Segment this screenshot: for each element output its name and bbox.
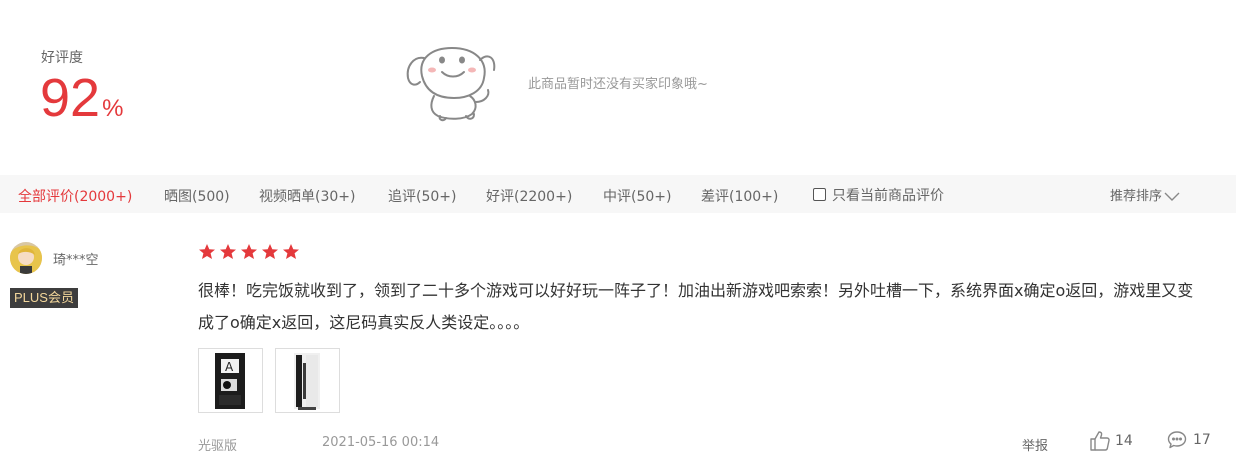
- like-count: 14: [1115, 433, 1133, 449]
- star-icon: [199, 244, 215, 259]
- positive-rate-label: 好评度: [41, 50, 83, 66]
- positive-rate-number: 92: [40, 68, 101, 128]
- avatar-image-icon: [10, 242, 42, 274]
- report-link[interactable]: 举报: [1022, 435, 1048, 454]
- sort-label: 推荐排序: [1110, 189, 1163, 204]
- tab-positive-reviews[interactable]: 好评(2200+): [486, 186, 572, 206]
- star-rating: [198, 243, 300, 261]
- only-current-product-filter[interactable]: 只看当前商品评价: [813, 185, 944, 205]
- review-date: 2021-05-16 00:14: [322, 435, 440, 450]
- product-variant: 光驱版: [198, 439, 238, 454]
- console-photo-icon: A: [215, 353, 245, 409]
- comment-bubble-icon: [1167, 431, 1187, 449]
- no-impression-message: 此商品暂时还没有买家印象哦~: [528, 77, 708, 92]
- review-filter-bar: 全部评价(2000+) 晒图(500) 视频晒单(30+) 追评(50+) 好评…: [0, 175, 1236, 213]
- only-current-checkbox[interactable]: [813, 188, 826, 201]
- positive-rate-unit: %: [102, 95, 124, 122]
- like-button[interactable]: 14: [1089, 430, 1133, 452]
- plus-member-badge: PLUS会员: [10, 288, 78, 308]
- tab-photo-reviews[interactable]: 晒图(500): [164, 186, 230, 206]
- svg-text:A: A: [225, 360, 234, 374]
- review-images: A: [198, 348, 340, 413]
- tab-neutral-reviews[interactable]: 中评(50+): [603, 186, 671, 206]
- rating-summary: 好评度 92% 此商品暂时还没有买家印象哦~: [0, 0, 1236, 170]
- tab-negative-reviews[interactable]: 差评(100+): [701, 186, 778, 206]
- console-photo-icon: [294, 353, 320, 410]
- thumbs-up-icon: [1090, 431, 1110, 451]
- avatar[interactable]: [10, 242, 42, 274]
- review-item: 琦***空 PLUS会员 很棒！吃完饭就收到了，领到了二十多个游戏可以好好玩一阵…: [0, 213, 1236, 466]
- star-icon: [262, 244, 278, 259]
- review-image-thumbnail[interactable]: [275, 348, 340, 413]
- reviewer-name: 琦***空: [53, 253, 99, 268]
- star-icon: [220, 244, 236, 259]
- tab-followup-reviews[interactable]: 追评(50+): [388, 186, 456, 206]
- joy-dog-mascot-icon: [406, 47, 496, 122]
- tab-all-reviews[interactable]: 全部评价(2000+): [18, 186, 132, 206]
- review-image-thumbnail[interactable]: A: [198, 348, 263, 413]
- positive-rate-value: 92%: [40, 70, 123, 126]
- star-icon: [241, 244, 257, 259]
- tab-video-reviews[interactable]: 视频晒单(30+): [259, 186, 355, 206]
- only-current-label: 只看当前商品评价: [832, 188, 944, 204]
- chevron-down-icon: [1164, 192, 1180, 201]
- star-icon: [283, 244, 299, 259]
- comment-button[interactable]: 17: [1167, 430, 1211, 450]
- review-text: 很棒！吃完饭就收到了，领到了二十多个游戏可以好好玩一阵子了！加油出新游戏吧索索！…: [198, 281, 1194, 332]
- comment-count: 17: [1193, 432, 1211, 448]
- sort-dropdown[interactable]: 推荐排序: [1110, 185, 1180, 204]
